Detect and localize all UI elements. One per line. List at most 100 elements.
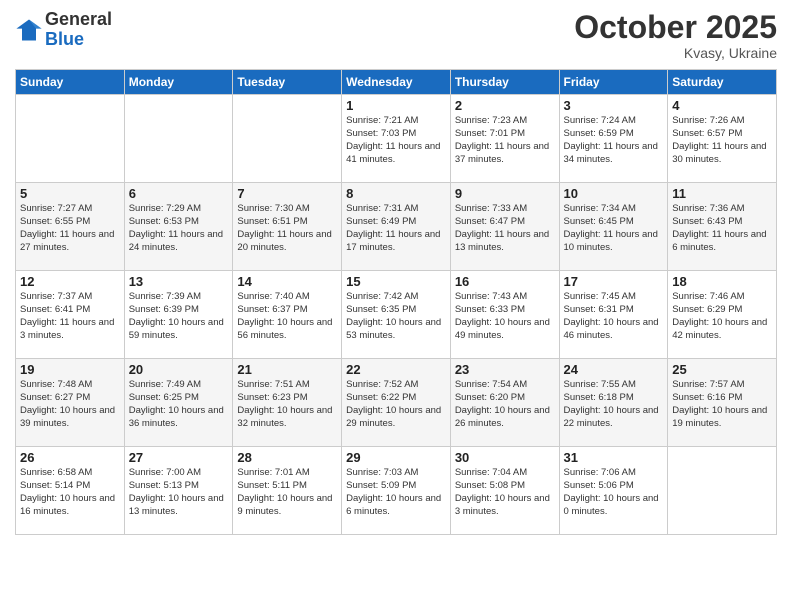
table-row: 17 Sunrise: 7:45 AM Sunset: 6:31 PM Dayli… <box>559 271 668 359</box>
day-number: 28 <box>237 450 337 465</box>
table-row: 6Sunrise: 7:29 AM Sunset: 6:53 PM Daylig… <box>124 183 233 271</box>
day-number: 31 <box>564 450 664 465</box>
day-number: 20 <box>129 362 229 377</box>
day-info: Sunrise: 7:55 AM Sunset: 6:18 PM Dayligh… <box>564 379 664 430</box>
day-number: 21 <box>237 362 337 377</box>
day-info: Sunrise: 7:26 AM Sunset: 6:57 PM Dayligh… <box>672 115 772 166</box>
day-info: Sunrise: 7:30 AM Sunset: 6:51 PM Dayligh… <box>237 203 337 254</box>
table-row: 21 Sunrise: 7:51 AM Sunset: 6:23 PM Dayli… <box>233 359 342 447</box>
day-info: Sunrise: 7:33 AM Sunset: 6:47 PM Dayligh… <box>455 203 555 254</box>
table-row: 22 Sunrise: 7:52 AM Sunset: 6:22 PM Dayli… <box>342 359 451 447</box>
day-info: Sunrise: 7:31 AM Sunset: 6:49 PM Dayligh… <box>346 203 446 254</box>
day-info: Sunrise: 7:49 AM Sunset: 6:25 PM Dayligh… <box>129 379 229 430</box>
table-row: 12Sunrise: 7:37 AM Sunset: 6:41 PM Dayli… <box>16 271 125 359</box>
day-number: 16 <box>455 274 555 289</box>
table-row: 11 Sunrise: 7:36 AM Sunset: 6:43 PM Dayli… <box>668 183 777 271</box>
day-number: 17 <box>564 274 664 289</box>
week-row-1: 5 Sunrise: 7:27 AM Sunset: 6:55 PM Daylig… <box>16 183 777 271</box>
table-row: 23 Sunrise: 7:54 AM Sunset: 6:20 PM Dayli… <box>450 359 559 447</box>
week-row-0: 1 Sunrise: 7:21 AM Sunset: 7:03 PM Daylig… <box>16 95 777 183</box>
page: General Blue October 2025 Kvasy, Ukraine… <box>0 0 792 612</box>
day-number: 18 <box>672 274 772 289</box>
table-row: 24 Sunrise: 7:55 AM Sunset: 6:18 PM Dayli… <box>559 359 668 447</box>
header: General Blue October 2025 Kvasy, Ukraine <box>15 10 777 61</box>
table-row: 29Sunrise: 7:03 AM Sunset: 5:09 PM Dayli… <box>342 447 451 535</box>
table-row <box>16 95 125 183</box>
day-number: 7 <box>237 186 337 201</box>
day-info: Sunrise: 7:21 AM Sunset: 7:03 PM Dayligh… <box>346 115 446 166</box>
table-row: 2 Sunrise: 7:23 AM Sunset: 7:01 PM Daylig… <box>450 95 559 183</box>
logo-text: General Blue <box>45 10 112 50</box>
day-info: Sunrise: 7:46 AM Sunset: 6:29 PM Dayligh… <box>672 291 772 342</box>
day-info: Sunrise: 7:24 AM Sunset: 6:59 PM Dayligh… <box>564 115 664 166</box>
day-number: 13 <box>129 274 229 289</box>
table-row: 4 Sunrise: 7:26 AM Sunset: 6:57 PM Daylig… <box>668 95 777 183</box>
day-number: 29 <box>346 450 446 465</box>
table-row: 10 Sunrise: 7:34 AM Sunset: 6:45 PM Dayli… <box>559 183 668 271</box>
calendar: Sunday Monday Tuesday Wednesday Thursday… <box>15 69 777 535</box>
table-row: 19Sunrise: 7:48 AM Sunset: 6:27 PM Dayli… <box>16 359 125 447</box>
logo-icon <box>15 16 43 44</box>
col-tuesday: Tuesday <box>233 70 342 95</box>
day-number: 10 <box>564 186 664 201</box>
table-row: 30Sunrise: 7:04 AM Sunset: 5:08 PM Dayli… <box>450 447 559 535</box>
day-info: Sunrise: 7:06 AM Sunset: 5:06 PM Dayligh… <box>564 467 664 518</box>
day-info: Sunrise: 7:01 AM Sunset: 5:11 PM Dayligh… <box>237 467 337 518</box>
table-row: 1 Sunrise: 7:21 AM Sunset: 7:03 PM Daylig… <box>342 95 451 183</box>
day-number: 12 <box>20 274 120 289</box>
day-number: 19 <box>20 362 120 377</box>
day-info: Sunrise: 7:40 AM Sunset: 6:37 PM Dayligh… <box>237 291 337 342</box>
table-row: 13 Sunrise: 7:39 AM Sunset: 6:39 PM Dayli… <box>124 271 233 359</box>
day-info: Sunrise: 7:34 AM Sunset: 6:45 PM Dayligh… <box>564 203 664 254</box>
day-info: Sunrise: 7:51 AM Sunset: 6:23 PM Dayligh… <box>237 379 337 430</box>
table-row: 28 Sunrise: 7:01 AM Sunset: 5:11 PM Dayli… <box>233 447 342 535</box>
day-info: Sunrise: 7:23 AM Sunset: 7:01 PM Dayligh… <box>455 115 555 166</box>
header-row: Sunday Monday Tuesday Wednesday Thursday… <box>16 70 777 95</box>
table-row: 3 Sunrise: 7:24 AM Sunset: 6:59 PM Daylig… <box>559 95 668 183</box>
logo-general: General <box>45 10 112 30</box>
day-number: 2 <box>455 98 555 113</box>
day-number: 23 <box>455 362 555 377</box>
table-row <box>233 95 342 183</box>
day-info: Sunrise: 6:58 AM Sunset: 5:14 PM Dayligh… <box>20 467 120 518</box>
col-monday: Monday <box>124 70 233 95</box>
day-number: 1 <box>346 98 446 113</box>
day-number: 3 <box>564 98 664 113</box>
day-info: Sunrise: 7:36 AM Sunset: 6:43 PM Dayligh… <box>672 203 772 254</box>
day-number: 24 <box>564 362 664 377</box>
week-row-3: 19Sunrise: 7:48 AM Sunset: 6:27 PM Dayli… <box>16 359 777 447</box>
day-info: Sunrise: 7:27 AM Sunset: 6:55 PM Dayligh… <box>20 203 120 254</box>
table-row: 31 Sunrise: 7:06 AM Sunset: 5:06 PM Dayli… <box>559 447 668 535</box>
table-row: 5 Sunrise: 7:27 AM Sunset: 6:55 PM Daylig… <box>16 183 125 271</box>
title-block: October 2025 Kvasy, Ukraine <box>574 10 777 61</box>
table-row: 9 Sunrise: 7:33 AM Sunset: 6:47 PM Daylig… <box>450 183 559 271</box>
table-row: 7 Sunrise: 7:30 AM Sunset: 6:51 PM Daylig… <box>233 183 342 271</box>
day-info: Sunrise: 7:00 AM Sunset: 5:13 PM Dayligh… <box>129 467 229 518</box>
col-friday: Friday <box>559 70 668 95</box>
day-info: Sunrise: 7:52 AM Sunset: 6:22 PM Dayligh… <box>346 379 446 430</box>
day-info: Sunrise: 7:39 AM Sunset: 6:39 PM Dayligh… <box>129 291 229 342</box>
table-row: 18 Sunrise: 7:46 AM Sunset: 6:29 PM Dayli… <box>668 271 777 359</box>
table-row: 16Sunrise: 7:43 AM Sunset: 6:33 PM Dayli… <box>450 271 559 359</box>
logo: General Blue <box>15 10 112 50</box>
day-number: 30 <box>455 450 555 465</box>
day-number: 14 <box>237 274 337 289</box>
day-number: 5 <box>20 186 120 201</box>
col-saturday: Saturday <box>668 70 777 95</box>
table-row: 14 Sunrise: 7:40 AM Sunset: 6:37 PM Dayli… <box>233 271 342 359</box>
week-row-4: 26Sunrise: 6:58 AM Sunset: 5:14 PM Dayli… <box>16 447 777 535</box>
day-number: 9 <box>455 186 555 201</box>
day-info: Sunrise: 7:54 AM Sunset: 6:20 PM Dayligh… <box>455 379 555 430</box>
day-number: 15 <box>346 274 446 289</box>
day-number: 27 <box>129 450 229 465</box>
table-row: 20 Sunrise: 7:49 AM Sunset: 6:25 PM Dayli… <box>124 359 233 447</box>
day-number: 22 <box>346 362 446 377</box>
day-number: 25 <box>672 362 772 377</box>
day-info: Sunrise: 7:57 AM Sunset: 6:16 PM Dayligh… <box>672 379 772 430</box>
col-sunday: Sunday <box>16 70 125 95</box>
day-number: 11 <box>672 186 772 201</box>
day-number: 4 <box>672 98 772 113</box>
table-row: 26Sunrise: 6:58 AM Sunset: 5:14 PM Dayli… <box>16 447 125 535</box>
day-info: Sunrise: 7:45 AM Sunset: 6:31 PM Dayligh… <box>564 291 664 342</box>
table-row: 8Sunrise: 7:31 AM Sunset: 6:49 PM Daylig… <box>342 183 451 271</box>
